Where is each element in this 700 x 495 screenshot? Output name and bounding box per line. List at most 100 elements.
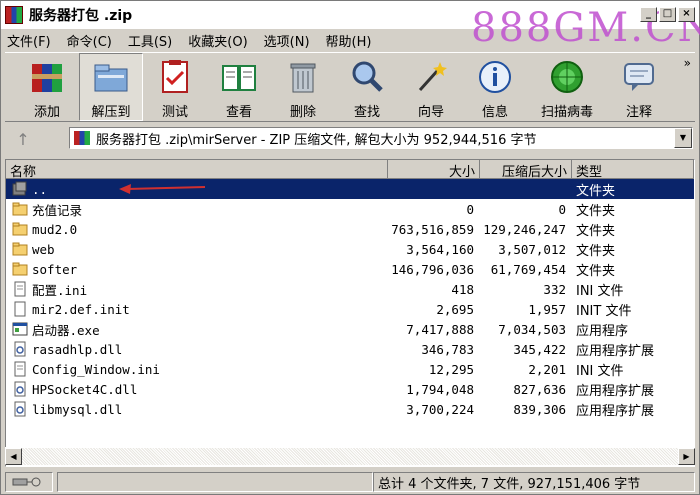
add-label: 添加 (33, 105, 60, 120)
cell-size: 346,783 (421, 341, 474, 357)
view-label: 查看 (225, 105, 252, 120)
cell-size: 3,564,160 (406, 241, 474, 257)
table-row[interactable]: HPSocket4C.dll 1,794,048 827,636 应用程序扩展 (6, 379, 694, 399)
extract-to-label: 解压到 (91, 105, 131, 120)
cell-size: 12,295 (428, 361, 474, 377)
menu-help[interactable]: 帮助(H) (326, 31, 372, 50)
file-name: 启动器.exe (32, 322, 100, 338)
cell-packed: 1,957 (528, 301, 566, 317)
table-row[interactable]: .. 文件夹 (6, 179, 694, 199)
window-title: 服务器打包 .zip (29, 8, 133, 24)
annotation-arrow-icon (119, 184, 206, 194)
cell-type: INIT 文件 (576, 303, 632, 319)
menu-options[interactable]: 选项(N) (264, 31, 310, 50)
table-row[interactable]: web 3,564,160 3,507,012 文件夹 (6, 239, 694, 259)
table-row[interactable]: 配置.ini 418 332 INI 文件 (6, 279, 694, 299)
table-row[interactable]: libmysql.dll 3,700,224 839,306 应用程序扩展 (6, 399, 694, 419)
cell-size: 2,695 (436, 301, 474, 317)
test-button[interactable]: 测试 (143, 53, 207, 121)
wizard-button[interactable]: 向导 (399, 53, 463, 121)
cell-size: 3,700,224 (406, 401, 474, 417)
title-bar[interactable]: 服务器打包 .zip 888GM.CN _ □ × (1, 1, 700, 51)
table-row[interactable]: mud2.0 763,516,859 129,246,247 文件夹 (6, 219, 694, 239)
status-selection (57, 472, 373, 492)
table-row[interactable]: mir2.def.init 2,695 1,957 INIT 文件 (6, 299, 694, 319)
list-header: 名称 大小 压缩后大小 类型 (6, 160, 694, 180)
cell-type: 应用程序扩展 (576, 383, 655, 399)
cell-size: 0 (466, 201, 474, 217)
cell-type: 文件夹 (576, 203, 616, 219)
exe-icon (12, 321, 28, 337)
up-folder-button[interactable]: ↑ (5, 127, 41, 151)
menu-favorites[interactable]: 收藏夹(O) (188, 31, 247, 50)
file-name: mud2.0 (32, 221, 78, 237)
info-button[interactable]: 信息 (463, 53, 527, 121)
info-icon (475, 57, 515, 97)
cell-packed: 345,422 (513, 341, 566, 357)
add-button[interactable]: 添加 (15, 53, 79, 121)
close-button[interactable]: × (678, 7, 695, 22)
menu-tools[interactable]: 工具(S) (128, 31, 172, 50)
file-rows: .. 文件夹 充值记录 0 0 文件夹 mud2.0 763,516,859 129,246,2… (6, 179, 694, 419)
toolbar: 添加 解压到 测试 查看 删除 查找 向导 信息 扫描病毒 注释 » (5, 52, 695, 122)
virus-scan-icon (547, 57, 587, 97)
cell-size: 763,516,859 (391, 221, 474, 237)
cell-size: 1,794,048 (406, 381, 474, 397)
view-button[interactable]: 查看 (207, 53, 271, 121)
folder-icon (12, 221, 28, 237)
column-header-type[interactable]: 类型 (572, 160, 694, 180)
winrar-window: 服务器打包 .zip 888GM.CN _ □ × 文件(F) 命令(C) 工具… (0, 0, 700, 495)
comment-button[interactable]: 注释 (607, 53, 671, 121)
drive-key-icon[interactable] (5, 472, 53, 492)
virus-scan-button[interactable]: 扫描病毒 (527, 53, 607, 121)
path-dropdown-button[interactable]: ▼ (674, 128, 692, 148)
column-header-name[interactable]: 名称 (6, 160, 388, 180)
table-row[interactable]: softer 146,796,036 61,769,454 文件夹 (6, 259, 694, 279)
menu-file[interactable]: 文件(F) (7, 31, 51, 50)
find-button[interactable]: 查找 (335, 53, 399, 121)
minimize-button[interactable]: _ (640, 7, 657, 22)
cell-size: 146,796,036 (391, 261, 474, 277)
table-row[interactable]: Config_Window.ini 12,295 2,201 INI 文件 (6, 359, 694, 379)
path-text: 服务器打包 .zip\mirServer - ZIP 压缩文件, 解包大小为 9… (96, 132, 537, 148)
cell-type: 文件夹 (576, 183, 616, 199)
scroll-track[interactable] (22, 448, 678, 465)
column-header-size[interactable]: 大小 (388, 160, 480, 180)
table-row[interactable]: 启动器.exe 7,417,888 7,034,503 应用程序 (6, 319, 694, 339)
folder-icon (12, 241, 28, 257)
ini-file-icon (12, 281, 28, 297)
scroll-right-button[interactable]: ▶ (678, 448, 695, 465)
table-row[interactable]: rasadhlp.dll 346,783 345,422 应用程序扩展 (6, 339, 694, 359)
menu-bar: 文件(F) 命令(C) 工具(S) 收藏夹(O) 选项(N) 帮助(H) (1, 29, 699, 51)
extract-to-button[interactable]: 解压到 (79, 53, 143, 121)
menu-commands[interactable]: 命令(C) (67, 31, 112, 50)
cell-name: web (6, 241, 388, 257)
maximize-button[interactable]: □ (659, 7, 676, 22)
cell-name: 配置.ini (6, 280, 388, 299)
status-summary: 总计 4 个文件夹, 7 文件, 927,151,406 字节 (373, 472, 695, 492)
cell-name: rasadhlp.dll (6, 341, 388, 357)
scroll-left-button[interactable]: ◀ (5, 448, 22, 465)
add-archive-icon (27, 57, 67, 97)
cell-name: mud2.0 (6, 221, 388, 237)
file-name: libmysql.dll (32, 401, 123, 417)
info-label: 信息 (481, 105, 508, 120)
wizard-label: 向导 (417, 105, 444, 120)
cell-name: mir2.def.init (6, 301, 388, 317)
dll-icon (12, 341, 28, 357)
delete-button[interactable]: 删除 (271, 53, 335, 121)
cell-type: 应用程序扩展 (576, 343, 655, 359)
wizard-wand-icon (411, 57, 451, 97)
address-bar: ↑ 服务器打包 .zip\mirServer - ZIP 压缩文件, 解包大小为… (5, 125, 695, 153)
column-header-packed[interactable]: 压缩后大小 (480, 160, 572, 180)
cell-type: 文件夹 (576, 223, 616, 239)
cell-name: libmysql.dll (6, 401, 388, 417)
cell-size: 418 (451, 281, 474, 297)
horizontal-scrollbar[interactable]: ◀ ▶ (5, 447, 695, 465)
toolbar-more-chevron[interactable]: » (684, 56, 691, 70)
table-row[interactable]: 充值记录 0 0 文件夹 (6, 199, 694, 219)
file-name: 充值记录 (32, 202, 83, 218)
file-list[interactable]: 名称 大小 压缩后大小 类型 .. 文件夹 充值记录 0 0 文件夹 mud2.0 763,5… (5, 159, 695, 467)
path-field[interactable]: 服务器打包 .zip\mirServer - ZIP 压缩文件, 解包大小为 9… (69, 127, 693, 149)
dll-icon (12, 401, 28, 417)
